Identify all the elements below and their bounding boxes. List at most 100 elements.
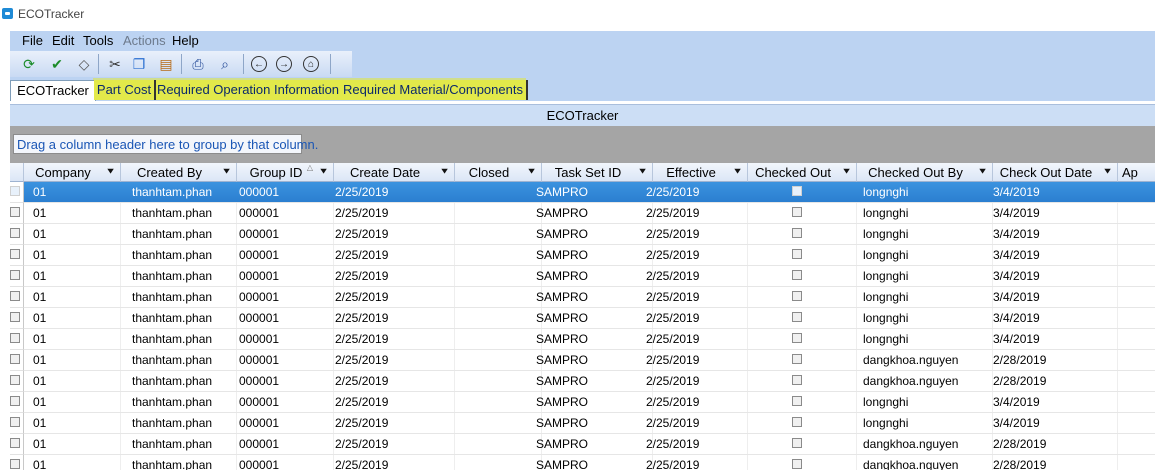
column-header-ap[interactable]: Ap <box>1118 163 1155 182</box>
create-date-cell: 2/25/2019 <box>335 248 389 262</box>
menu-tools[interactable]: Tools <box>83 33 113 48</box>
checked-out-checkbox[interactable] <box>792 396 802 406</box>
home-button[interactable]: ⌂ <box>303 56 319 72</box>
created-by-cell: thanhtam.phan <box>132 227 213 241</box>
save-button[interactable]: ✔ <box>47 54 67 74</box>
menu-file[interactable]: File <box>22 33 43 48</box>
effective-cell: 2/25/2019 <box>646 248 700 262</box>
table-row[interactable]: 01 thanhtam.phan 000001 2/25/2019 SAMPRO 2/25… <box>10 350 1155 371</box>
column-header-checked-out[interactable]: Checked Out ▼ <box>748 163 857 182</box>
column-header-group-id[interactable]: Group ID ▼ △ <box>237 163 334 182</box>
filter-icon[interactable]: ▼ <box>637 167 648 176</box>
checked-out-checkbox[interactable] <box>792 459 802 469</box>
company-cell: 01 <box>33 269 47 283</box>
table-row[interactable]: 01 thanhtam.phan 000001 2/25/2019 SAMPRO 2/25… <box>10 308 1155 329</box>
checked-out-checkbox[interactable] <box>792 291 802 301</box>
column-header-effective[interactable]: Effective ▼ <box>653 163 748 182</box>
check-out-date-cell: 3/4/2019 <box>993 269 1040 283</box>
table-row[interactable]: 01 thanhtam.phan 000001 2/25/2019 SAMPRO 2/25… <box>10 413 1155 434</box>
refresh-button[interactable]: ⟳ <box>19 54 39 74</box>
filter-icon[interactable]: ▼ <box>221 167 232 176</box>
closed-checkbox[interactable] <box>10 270 20 280</box>
table-row[interactable]: 01 thanhtam.phan 000001 2/25/2019 SAMPRO 2/25… <box>10 455 1155 470</box>
column-header-created-by[interactable]: Created By ▼ <box>121 163 237 182</box>
copy-button[interactable]: ❐ <box>129 54 149 74</box>
closed-checkbox[interactable] <box>10 186 20 196</box>
closed-checkbox[interactable] <box>10 228 20 238</box>
closed-checkbox[interactable] <box>10 354 20 364</box>
closed-checkbox[interactable] <box>10 333 20 343</box>
sort-ascending-icon: △ <box>306 163 313 172</box>
filter-icon[interactable]: ▼ <box>105 167 116 176</box>
table-row[interactable]: 01 thanhtam.phan 000001 2/25/2019 SAMPRO 2/25… <box>10 182 1155 203</box>
menu-edit[interactable]: Edit <box>52 33 74 48</box>
table-row[interactable]: 01 thanhtam.phan 000001 2/25/2019 SAMPRO 2/25… <box>10 245 1155 266</box>
checked-out-checkbox[interactable] <box>792 228 802 238</box>
print-button[interactable]: ⎙ <box>188 54 208 74</box>
checked-out-checkbox[interactable] <box>792 186 802 196</box>
filter-icon[interactable]: ▼ <box>977 167 988 176</box>
table-row[interactable]: 01 thanhtam.phan 000001 2/25/2019 SAMPRO 2/25… <box>10 371 1155 392</box>
closed-checkbox[interactable] <box>10 375 20 385</box>
filter-icon[interactable]: ▼ <box>732 167 743 176</box>
paste-button[interactable]: ▤ <box>156 54 176 74</box>
checked-out-checkbox[interactable] <box>792 207 802 217</box>
checked-out-checkbox[interactable] <box>792 333 802 343</box>
closed-checkbox[interactable] <box>10 459 20 469</box>
filter-icon[interactable]: ▼ <box>439 167 450 176</box>
forward-button[interactable]: → <box>276 56 292 72</box>
filter-icon[interactable]: ▼ <box>1102 167 1113 176</box>
closed-checkbox[interactable] <box>10 417 20 427</box>
checked-out-checkbox[interactable] <box>792 438 802 448</box>
company-cell: 01 <box>33 353 47 367</box>
eraser-button[interactable]: ◇ <box>74 54 94 74</box>
check-out-date-cell: 3/4/2019 <box>993 311 1040 325</box>
filter-icon[interactable]: ▼ <box>841 167 852 176</box>
back-button[interactable]: ← <box>251 56 267 72</box>
tab-ecotracker[interactable]: ECOTracker <box>10 80 96 101</box>
checked-out-checkbox[interactable] <box>792 417 802 427</box>
checked-out-checkbox[interactable] <box>792 375 802 385</box>
toolbar: ⟳ ✔ ◇ ✂ ❐ ▤ ⎙ ⌕ ← → ⌂ <box>10 51 352 77</box>
closed-checkbox[interactable] <box>10 291 20 301</box>
create-date-cell: 2/25/2019 <box>335 353 389 367</box>
column-header-create-date[interactable]: Create Date ▼ <box>334 163 455 182</box>
checked-out-checkbox[interactable] <box>792 249 802 259</box>
column-header-checked-out-by[interactable]: Checked Out By ▼ <box>857 163 993 182</box>
filter-icon[interactable]: ▼ <box>318 167 329 176</box>
table-row[interactable]: 01 thanhtam.phan 000001 2/25/2019 SAMPRO 2/25… <box>10 329 1155 350</box>
checked-out-checkbox[interactable] <box>792 270 802 280</box>
task-set-id-cell: SAMPRO <box>536 227 589 241</box>
filter-icon[interactable]: ▼ <box>526 167 537 176</box>
effective-cell: 2/25/2019 <box>646 311 700 325</box>
column-header-closed[interactable]: Closed ▼ <box>455 163 542 182</box>
menu-help[interactable]: Help <box>172 33 199 48</box>
table-row[interactable]: 01 thanhtam.phan 000001 2/25/2019 SAMPRO 2/25… <box>10 224 1155 245</box>
table-row[interactable]: 01 thanhtam.phan 000001 2/25/2019 SAMPRO 2/25… <box>10 287 1155 308</box>
create-date-cell: 2/25/2019 <box>335 458 389 470</box>
check-out-date-cell: 3/4/2019 <box>993 395 1040 409</box>
table-row[interactable]: 01 thanhtam.phan 000001 2/25/2019 SAMPRO 2/25… <box>10 203 1155 224</box>
table-row[interactable]: 01 thanhtam.phan 000001 2/25/2019 SAMPRO 2/25… <box>10 266 1155 287</box>
closed-checkbox[interactable] <box>10 438 20 448</box>
table-row[interactable]: 01 thanhtam.phan 000001 2/25/2019 SAMPRO 2/25… <box>10 434 1155 455</box>
closed-checkbox[interactable] <box>10 207 20 217</box>
table-row[interactable]: 01 thanhtam.phan 000001 2/25/2019 SAMPRO 2/25… <box>10 392 1155 413</box>
tab-part-cost[interactable]: Part Cost <box>94 80 156 100</box>
checked-out-checkbox[interactable] <box>792 354 802 364</box>
checked-out-checkbox[interactable] <box>792 312 802 322</box>
group-by-hint[interactable]: Drag a column header here to group by th… <box>13 134 318 154</box>
closed-checkbox[interactable] <box>10 396 20 406</box>
tab-required-material-components[interactable]: Required Material/Components <box>340 80 528 100</box>
closed-checkbox[interactable] <box>10 249 20 259</box>
closed-checkbox[interactable] <box>10 312 20 322</box>
tab-required-operation-information[interactable]: Required Operation Information <box>156 80 342 100</box>
create-date-cell: 2/25/2019 <box>335 395 389 409</box>
created-by-cell: thanhtam.phan <box>132 206 213 220</box>
column-header-check-out-date[interactable]: Check Out Date ▼ <box>993 163 1118 182</box>
check-out-date-cell: 2/28/2019 <box>993 374 1047 388</box>
print-preview-button[interactable]: ⌕ <box>215 54 235 74</box>
column-header-task-set-id[interactable]: Task Set ID ▼ <box>542 163 653 182</box>
column-header-company[interactable]: Company ▼ <box>24 163 121 182</box>
cut-button[interactable]: ✂ <box>105 54 125 74</box>
